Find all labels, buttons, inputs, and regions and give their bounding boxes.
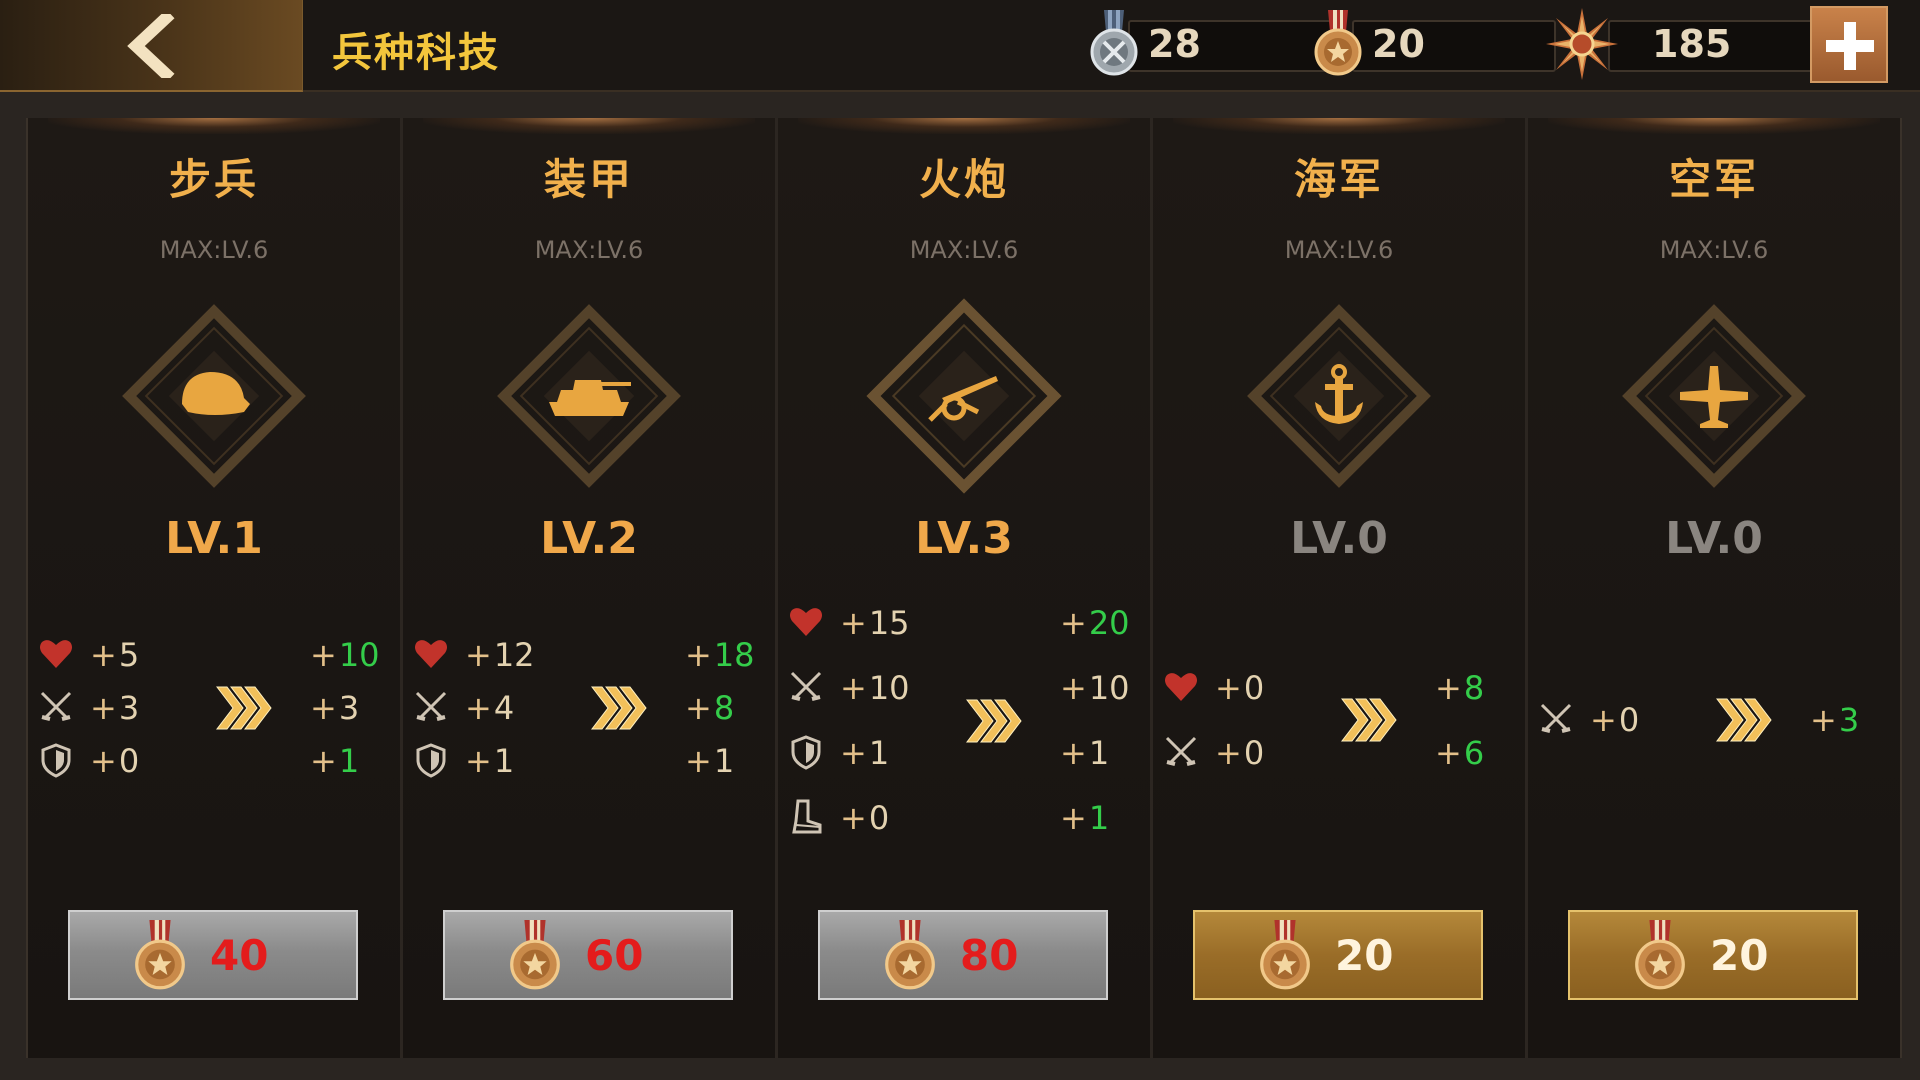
crossed-swords-icon bbox=[1540, 703, 1572, 733]
stat-row: +0 +1 bbox=[788, 793, 1148, 843]
panel-airforce: 空军 MAX:LV.6 LV.0 +0 +3 20 bbox=[1528, 118, 1900, 1058]
panel-artillery: 火炮 MAX:LV.6 LV.3 +15 +20 +10 +10 +1 +1 +… bbox=[778, 118, 1153, 1058]
top-bar: 兵种科技 28 20 185 bbox=[0, 0, 1920, 92]
upgrade-arrows-icon bbox=[215, 686, 272, 730]
heart-icon bbox=[415, 640, 447, 668]
page-title: 兵种科技 bbox=[332, 30, 500, 76]
bottom-strip bbox=[0, 1060, 1920, 1080]
infantry-helmet-icon[interactable] bbox=[104, 286, 324, 506]
level-label: LV.0 bbox=[1665, 513, 1763, 564]
bronze-medal-icon bbox=[1635, 920, 1685, 990]
back-button[interactable] bbox=[0, 0, 303, 92]
panel-title: 空军 bbox=[1668, 155, 1759, 204]
upgrade-button[interactable]: 80 bbox=[818, 910, 1108, 1000]
cost-value: 60 bbox=[585, 931, 644, 980]
crossed-swords-icon bbox=[40, 691, 72, 721]
level-label: LV.1 bbox=[165, 513, 263, 564]
cost-value: 80 bbox=[960, 931, 1019, 980]
heart-icon bbox=[1165, 673, 1197, 701]
panel-infantry: 步兵 MAX:LV.6 LV.1 +5 +10 +3 +3 +0 +1 40 bbox=[28, 118, 403, 1058]
cost-value: 20 bbox=[1710, 931, 1769, 980]
max-level: MAX:LV.6 bbox=[159, 236, 269, 264]
cost-value: 20 bbox=[1335, 931, 1394, 980]
upgrade-button[interactable]: 60 bbox=[443, 910, 733, 1000]
resource-value: 28 bbox=[1148, 22, 1201, 66]
tech-panels: 步兵 MAX:LV.6 LV.1 +5 +10 +3 +3 +0 +1 40 装… bbox=[26, 118, 1902, 1058]
artillery-cannon-icon[interactable] bbox=[854, 286, 1074, 506]
level-label: LV.3 bbox=[915, 513, 1013, 564]
bronze-medal-icon bbox=[510, 920, 560, 990]
shield-icon bbox=[416, 743, 446, 778]
max-level: MAX:LV.6 bbox=[1284, 236, 1394, 264]
shield-icon bbox=[41, 743, 71, 778]
bronze-medal-icon bbox=[135, 920, 185, 990]
upgrade-button[interactable]: 40 bbox=[68, 910, 358, 1000]
stat-row: +15 +20 bbox=[788, 598, 1148, 648]
boot-icon bbox=[792, 799, 822, 834]
bronze-medal-icon bbox=[1260, 920, 1310, 990]
panel-navy: 海军 MAX:LV.6 LV.0 +0 +8 +0 +6 20 bbox=[1153, 118, 1528, 1058]
anchor-icon[interactable] bbox=[1229, 286, 1449, 506]
upgrade-arrows-icon bbox=[965, 699, 1022, 743]
upgrade-arrows-icon bbox=[1715, 698, 1772, 742]
heart-icon bbox=[790, 608, 822, 636]
add-resource-button[interactable] bbox=[1810, 6, 1888, 83]
upgrade-button[interactable]: 20 bbox=[1568, 910, 1858, 1000]
bronze-medal-icon bbox=[1314, 10, 1362, 76]
crossed-swords-icon bbox=[415, 691, 447, 721]
panel-title: 装甲 bbox=[543, 155, 634, 204]
panel-title: 火炮 bbox=[918, 155, 1009, 204]
max-level: MAX:LV.6 bbox=[909, 236, 1019, 264]
upgrade-button[interactable]: 20 bbox=[1193, 910, 1483, 1000]
max-level: MAX:LV.6 bbox=[1659, 236, 1769, 264]
crossed-swords-icon bbox=[790, 671, 822, 701]
stat-row: +12 +18 bbox=[413, 630, 773, 680]
level-label: LV.2 bbox=[540, 513, 638, 564]
shield-icon bbox=[791, 735, 821, 770]
tank-icon[interactable] bbox=[479, 286, 699, 506]
heart-icon bbox=[40, 640, 72, 668]
level-label: LV.0 bbox=[1290, 513, 1388, 564]
chevron-left-icon bbox=[127, 14, 175, 78]
plus-icon bbox=[1826, 22, 1874, 70]
silver-medal-icon bbox=[1090, 10, 1138, 76]
max-level: MAX:LV.6 bbox=[534, 236, 644, 264]
panel-armor: 装甲 MAX:LV.6 LV.2 +12 +18 +4 +8 +1 +1 60 bbox=[403, 118, 778, 1058]
airplane-icon[interactable] bbox=[1604, 286, 1824, 506]
stat-row: +0 +1 bbox=[38, 736, 398, 786]
panel-title: 海军 bbox=[1293, 155, 1384, 204]
cost-value: 40 bbox=[210, 931, 269, 980]
resource-value: 20 bbox=[1372, 22, 1425, 66]
star-badge-icon bbox=[1546, 8, 1618, 80]
panel-title: 步兵 bbox=[168, 155, 259, 204]
crossed-swords-icon bbox=[1165, 736, 1197, 766]
stat-row: +1 +1 bbox=[413, 736, 773, 786]
resource-value: 185 bbox=[1652, 22, 1732, 66]
upgrade-arrows-icon bbox=[590, 686, 647, 730]
bronze-medal-icon bbox=[885, 920, 935, 990]
stat-row: +5 +10 bbox=[38, 630, 398, 680]
upgrade-arrows-icon bbox=[1340, 698, 1397, 742]
